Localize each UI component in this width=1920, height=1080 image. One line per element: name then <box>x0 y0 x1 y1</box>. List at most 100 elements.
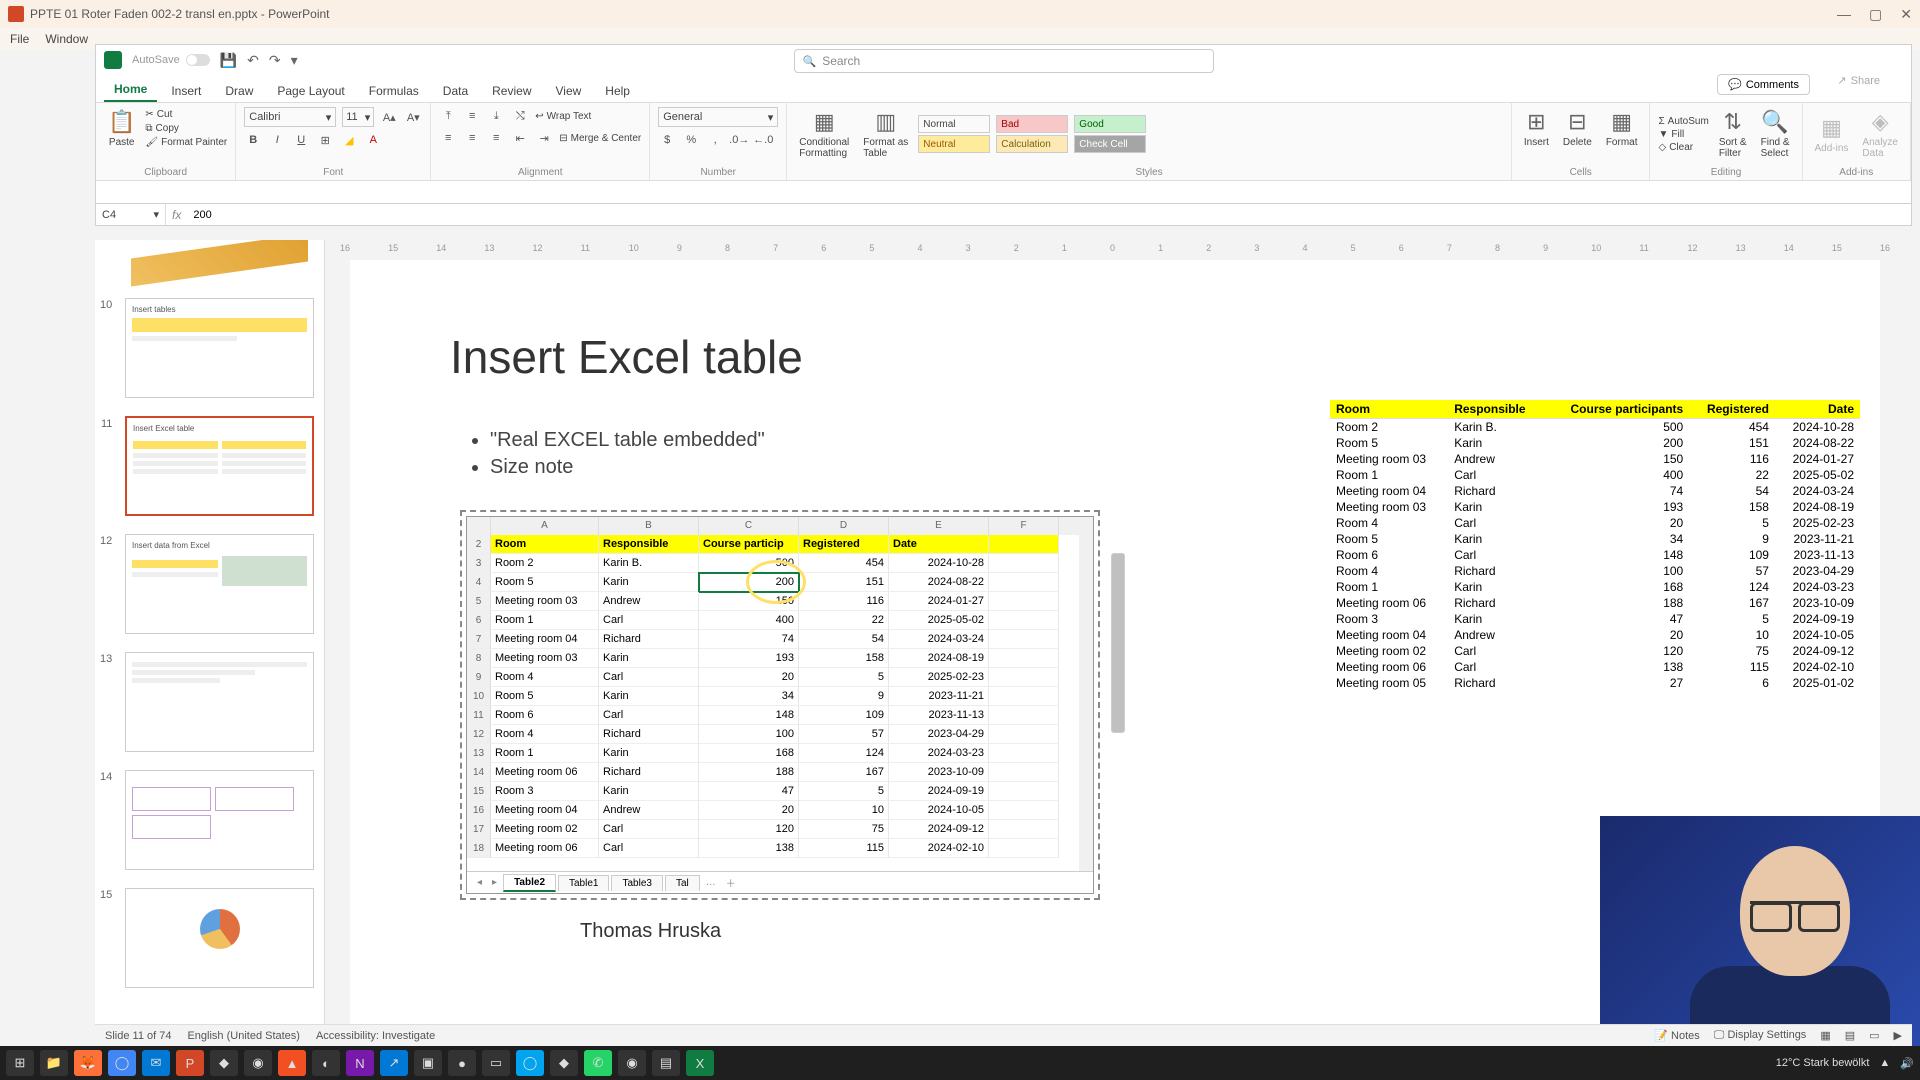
slide-thumb-15[interactable]: 15 <box>125 888 314 988</box>
taskbar-whatsapp-icon[interactable]: ✆ <box>584 1050 612 1076</box>
percent-format-icon[interactable]: % <box>682 131 700 149</box>
analyze-data-button[interactable]: ◈Analyze Data <box>1858 107 1902 161</box>
taskbar-app-icon-8[interactable]: ▭ <box>482 1050 510 1076</box>
fill-color-button[interactable]: ◢ <box>340 131 358 149</box>
taskbar-onenote-icon[interactable]: N <box>346 1050 374 1076</box>
taskbar-app-icon-9[interactable]: ◯ <box>516 1050 544 1076</box>
view-reading-icon[interactable]: ▭ <box>1869 1029 1879 1042</box>
format-as-table-button[interactable]: ▥Format as Table <box>859 107 912 161</box>
orientation-icon[interactable]: ⤭ <box>511 107 529 125</box>
view-normal-icon[interactable]: ▦ <box>1820 1029 1830 1042</box>
decrease-decimal-icon[interactable]: ←.0 <box>754 131 772 149</box>
taskbar-chrome-icon[interactable]: ◯ <box>108 1050 136 1076</box>
align-top-icon[interactable]: ⤒ <box>439 107 457 125</box>
find-select-button[interactable]: 🔍Find & Select <box>1757 107 1794 161</box>
comments-button[interactable]: 💬 Comments <box>1717 74 1810 95</box>
tab-page-layout[interactable]: Page Layout <box>267 80 354 102</box>
style-normal[interactable]: Normal <box>918 115 990 133</box>
autosum-button[interactable]: Σ AutoSum <box>1658 116 1708 127</box>
increase-indent-icon[interactable]: ⇥ <box>535 129 553 147</box>
addins-button[interactable]: ▦Add-ins <box>1811 113 1853 156</box>
font-color-button[interactable]: A <box>364 131 382 149</box>
embed-scrollbar[interactable] <box>1079 535 1093 871</box>
tab-draw[interactable]: Draw <box>215 80 263 102</box>
sheet-tab-table1[interactable]: Table1 <box>558 875 609 891</box>
autosave-toggle[interactable]: AutoSave <box>132 54 210 66</box>
tab-review[interactable]: Review <box>482 80 541 102</box>
align-middle-icon[interactable]: ≡ <box>463 107 481 125</box>
taskbar-explorer-icon[interactable]: 📁 <box>40 1050 68 1076</box>
taskbar-app-icon[interactable]: ◆ <box>210 1050 238 1076</box>
style-good[interactable]: Good <box>1074 115 1146 133</box>
font-name-select[interactable]: Calibri▾ <box>244 107 336 127</box>
align-left-icon[interactable]: ≡ <box>439 129 457 147</box>
number-format-select[interactable]: General▾ <box>658 107 778 127</box>
share-button[interactable]: ↗ Share <box>1837 74 1880 87</box>
close-button[interactable]: ✕ <box>1900 6 1912 23</box>
embedded-excel-object[interactable]: A B C D E F 2 Room Responsible Course pa… <box>460 510 1100 900</box>
maximize-button[interactable]: ▢ <box>1869 6 1882 23</box>
italic-button[interactable]: I <box>268 131 286 149</box>
increase-font-icon[interactable]: A▴ <box>380 108 398 126</box>
view-sorter-icon[interactable]: ▤ <box>1845 1029 1855 1042</box>
comma-format-icon[interactable]: , <box>706 131 724 149</box>
taskbar-outlook-icon[interactable]: ✉ <box>142 1050 170 1076</box>
tab-help[interactable]: Help <box>595 80 640 102</box>
taskbar-network-icon[interactable]: 🔊 <box>1900 1057 1914 1070</box>
sheet-tab-tal[interactable]: Tal <box>665 875 700 891</box>
status-notes[interactable]: 📝 Notes <box>1654 1029 1700 1042</box>
style-neutral[interactable]: Neutral <box>918 135 990 153</box>
copy-button[interactable]: ⧉ Copy <box>145 123 227 134</box>
decrease-indent-icon[interactable]: ⇤ <box>511 129 529 147</box>
format-painter-button[interactable]: 🖌 Format Painter <box>145 137 227 148</box>
taskbar-app-icon-6[interactable]: ▣ <box>414 1050 442 1076</box>
tab-home[interactable]: Home <box>104 78 157 102</box>
taskbar-app-icon-5[interactable]: ↗ <box>380 1050 408 1076</box>
name-box[interactable]: C4▾ <box>96 204 166 225</box>
taskbar-tray-icon[interactable]: ▲ <box>1879 1057 1890 1069</box>
decrease-font-icon[interactable]: A▾ <box>404 108 422 126</box>
formula-value[interactable]: 200 <box>187 209 217 221</box>
taskbar-app-icon-4[interactable]: ◐ <box>312 1050 340 1076</box>
wrap-text-button[interactable]: ↩ Wrap Text <box>535 111 591 122</box>
taskbar-app-icon-2[interactable]: ◉ <box>244 1050 272 1076</box>
delete-cells-button[interactable]: ⊟Delete <box>1559 107 1596 150</box>
taskbar-app-icon-10[interactable]: ◆ <box>550 1050 578 1076</box>
slide-thumb-10[interactable] <box>125 240 314 280</box>
slide-thumb-11[interactable]: 11 Insert Excel table <box>125 416 314 516</box>
align-center-icon[interactable]: ≡ <box>463 129 481 147</box>
fill-button[interactable]: ▼ Fill <box>1658 129 1708 140</box>
tab-view[interactable]: View <box>546 80 592 102</box>
taskbar-app-icon-11[interactable]: ◉ <box>618 1050 646 1076</box>
menu-window[interactable]: Window <box>45 32 88 46</box>
slide-thumb-12[interactable]: 12 Insert data from Excel <box>125 534 314 634</box>
taskbar-excel-icon[interactable]: X <box>686 1050 714 1076</box>
sheet-tab-table3[interactable]: Table3 <box>611 875 662 891</box>
taskbar-firefox-icon[interactable]: 🦊 <box>74 1050 102 1076</box>
slide-thumb-10b[interactable]: 10 Insert tables <box>125 298 314 398</box>
accounting-format-icon[interactable]: $ <box>658 131 676 149</box>
tab-insert[interactable]: Insert <box>161 80 211 102</box>
style-bad[interactable]: Bad <box>996 115 1068 133</box>
tab-data[interactable]: Data <box>433 80 478 102</box>
sheet-tab-add[interactable]: ＋ <box>722 875 740 890</box>
fx-icon[interactable]: fx <box>166 208 187 222</box>
taskbar-powerpoint-icon[interactable]: P <box>176 1050 204 1076</box>
view-slideshow-icon[interactable]: ▶ <box>1894 1029 1902 1042</box>
slide-thumb-13[interactable]: 13 <box>125 652 314 752</box>
save-icon[interactable]: 💾 <box>220 52 237 69</box>
increase-decimal-icon[interactable]: .0→ <box>730 131 748 149</box>
sheet-tab-more[interactable]: … <box>702 877 720 888</box>
merge-center-button[interactable]: ⊟ Merge & Center <box>559 133 641 144</box>
status-display[interactable]: 🖵 Display Settings <box>1714 1029 1807 1042</box>
clear-button[interactable]: ◇ Clear <box>1658 142 1708 153</box>
borders-button[interactable]: ⊞ <box>316 131 334 149</box>
sheet-nav-next[interactable]: ▸ <box>488 877 501 888</box>
font-size-select[interactable]: 11▾ <box>342 107 374 127</box>
cut-button[interactable]: ✂ Cut <box>145 109 227 120</box>
start-button[interactable]: ⊞ <box>6 1050 34 1076</box>
conditional-formatting-button[interactable]: ▦Conditional Formatting <box>795 107 853 161</box>
bold-button[interactable]: B <box>244 131 262 149</box>
sort-filter-button[interactable]: ⇅Sort & Filter <box>1715 107 1751 161</box>
align-right-icon[interactable]: ≡ <box>487 129 505 147</box>
